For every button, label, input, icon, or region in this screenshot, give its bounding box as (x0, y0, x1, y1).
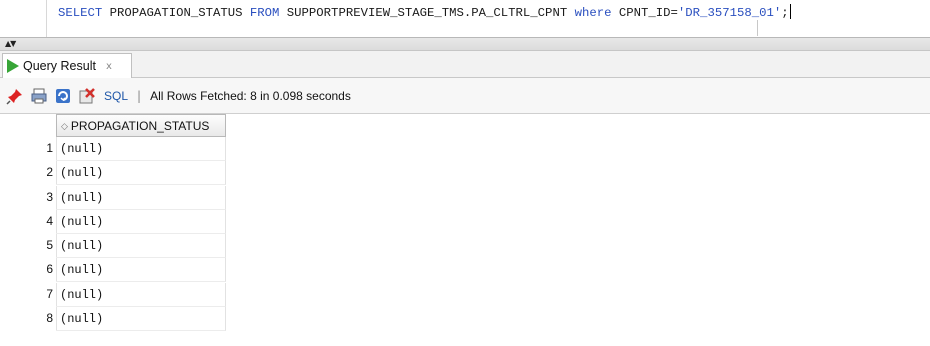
toolbar-separator: | (137, 88, 142, 103)
refresh-icon[interactable] (54, 87, 72, 105)
column-header[interactable]: ◇ PROPAGATION_STATUS (56, 114, 226, 137)
print-icon[interactable] (30, 87, 48, 105)
fetch-status: All Rows Fetched: 8 in 0.098 seconds (150, 88, 351, 103)
splitter-arrows-icon[interactable]: ▲▼ (5, 39, 16, 49)
panel-splitter[interactable]: ▲▼ (0, 37, 930, 51)
sql-editor[interactable]: SELECT PROPAGATION_STATUS FROM SUPPORTPR… (0, 0, 930, 37)
cell-propagation-status[interactable]: (null) (56, 209, 226, 234)
sql-condition: CPNT_ID= (611, 6, 678, 20)
row-number: 4 (46, 213, 53, 228)
row-number: 6 (46, 262, 53, 277)
sql-keyword-where: where (574, 6, 612, 20)
tab-query-result[interactable]: Query Result x (2, 53, 132, 78)
row-number: 5 (46, 238, 53, 253)
result-tab-strip: Query Result x (0, 51, 930, 78)
export-icon[interactable] (78, 87, 96, 105)
cell-propagation-status[interactable]: (null) (56, 185, 226, 210)
sql-keyword-from: FROM (249, 6, 280, 20)
cell-propagation-status[interactable]: (null) (56, 137, 226, 161)
tab-label: Query Result (23, 59, 96, 73)
row-number: 3 (46, 189, 53, 204)
cell-propagation-status[interactable]: (null) (56, 282, 226, 307)
row-number: 8 (46, 311, 53, 326)
cell-propagation-status[interactable]: (null) (56, 307, 226, 332)
sql-link[interactable]: SQL (104, 89, 128, 103)
cell-propagation-status[interactable]: (null) (56, 234, 226, 259)
row-number: 2 (46, 165, 53, 180)
editor-gutter (0, 0, 47, 37)
run-icon (7, 59, 19, 73)
row-number: 1 (46, 141, 53, 155)
sql-table: SUPPORTPREVIEW_STAGE_TMS.PA_CLTRL_CPNT (279, 6, 575, 20)
sql-keyword-select: SELECT (58, 6, 103, 20)
close-icon[interactable]: x (106, 61, 112, 72)
sql-string-literal: 'DR_357158_01' (677, 6, 782, 20)
row-number: 7 (46, 286, 53, 301)
sql-terminator: ; (781, 6, 789, 20)
result-toolbar: SQL | All Rows Fetched: 8 in 0.098 secon… (0, 78, 930, 114)
editor-guide-line (757, 20, 930, 36)
column-header-label: PROPAGATION_STATUS (70, 118, 210, 133)
cell-propagation-status[interactable]: (null) (56, 161, 226, 186)
cell-propagation-status[interactable]: (null) (56, 258, 226, 283)
sql-statement[interactable]: SELECT PROPAGATION_STATUS FROM SUPPORTPR… (58, 4, 791, 21)
sort-icon[interactable]: ◇ (61, 121, 68, 130)
text-caret (789, 4, 791, 19)
sql-columns: PROPAGATION_STATUS (102, 6, 250, 20)
pin-icon[interactable] (6, 87, 24, 105)
